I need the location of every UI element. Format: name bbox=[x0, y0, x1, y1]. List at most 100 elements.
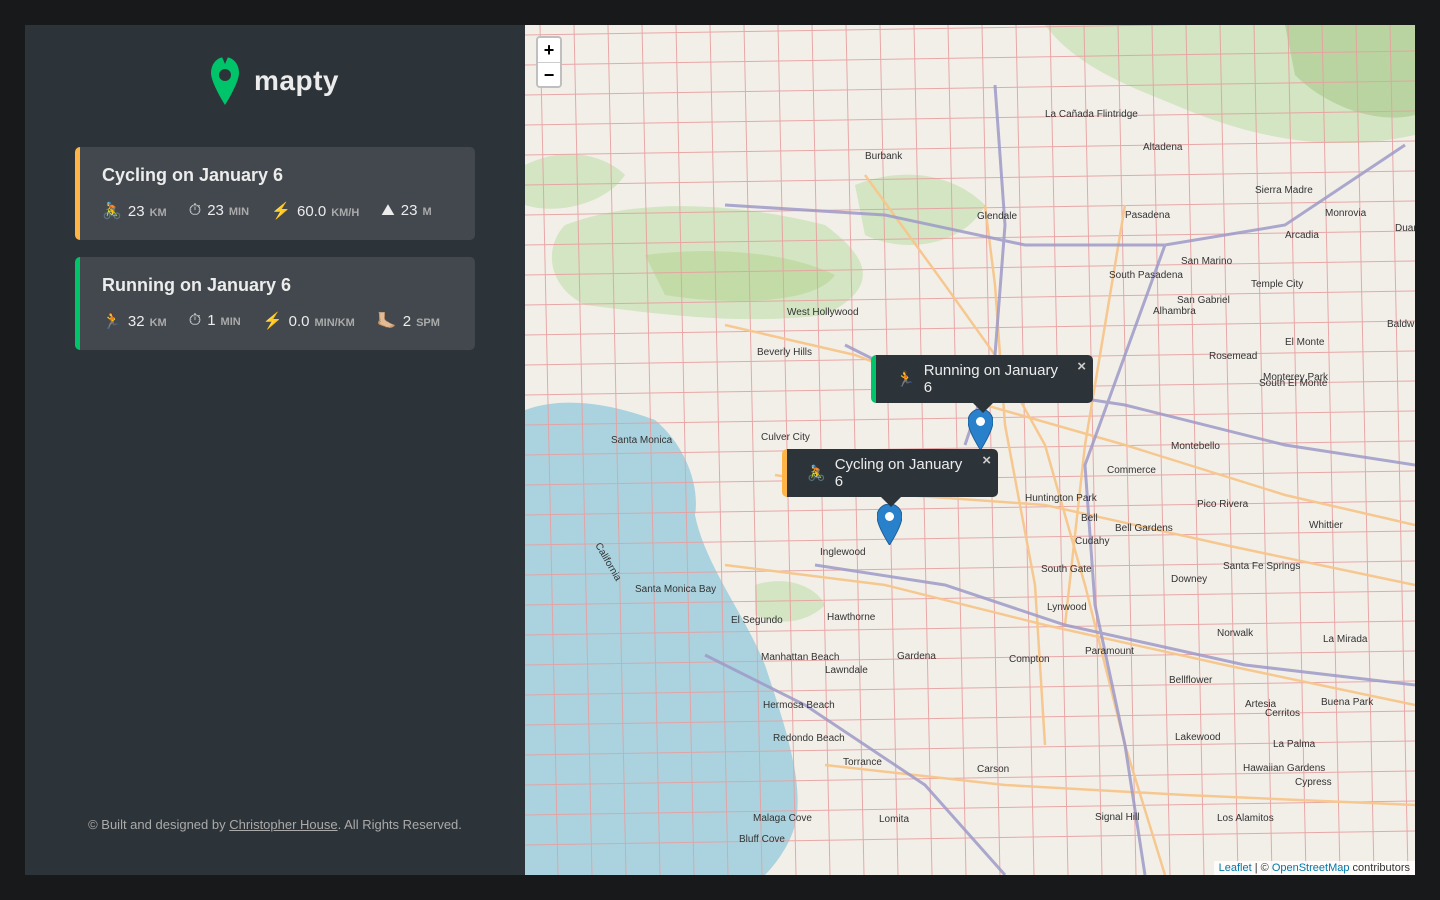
running-popup: 🏃 Running on January 6 × bbox=[871, 355, 1093, 413]
map-place-label: Carson bbox=[977, 764, 1009, 775]
elevation-value: 23 bbox=[400, 202, 418, 219]
map-place-label: Glendale bbox=[977, 211, 1017, 222]
workout-duration: ⏱ 23 min bbox=[189, 202, 249, 220]
lightning-icon: ⚡️ bbox=[262, 313, 283, 330]
map-place-label: Cudahy bbox=[1075, 536, 1109, 547]
map-place-label: Sierra Madre bbox=[1255, 185, 1313, 196]
map-place-label: Hawthorne bbox=[827, 612, 876, 623]
map-place-label: Buena Park bbox=[1321, 697, 1374, 708]
map-place-label: Signal Hill bbox=[1095, 812, 1139, 823]
map-attribution: Leaflet | © OpenStreetMap contributors bbox=[1213, 861, 1415, 875]
sidebar: mapty Cycling on January 6 🚴 23 km ⏱ 23 … bbox=[25, 25, 525, 875]
map-place-label: Pasadena bbox=[1125, 210, 1170, 221]
author-link[interactable]: Christopher House bbox=[229, 817, 337, 832]
zoom-out-button[interactable]: − bbox=[538, 62, 560, 86]
speed-unit: km/h bbox=[331, 207, 360, 219]
map-place-label: La Palma bbox=[1273, 739, 1316, 750]
map-place-label: West Hollywood bbox=[787, 307, 859, 318]
map-marker-icon[interactable] bbox=[968, 409, 993, 450]
map-place-label: Huntington Park bbox=[1025, 493, 1098, 504]
map-place-label: Los Alamitos bbox=[1217, 813, 1274, 824]
map-place-label: Baldw bbox=[1387, 319, 1415, 330]
map-place-label: Beverly Hills bbox=[757, 347, 812, 358]
duration-value: 1 bbox=[207, 312, 216, 329]
map-pin-logo-icon bbox=[211, 57, 239, 105]
cyclist-icon: 🚴 bbox=[102, 203, 122, 220]
attribution-separator: | © bbox=[1251, 862, 1272, 874]
workout-distance: 🚴 23 km bbox=[102, 201, 167, 221]
duration-unit: min bbox=[228, 206, 250, 218]
map-place-label: Norwalk bbox=[1217, 628, 1254, 639]
map-place-label: Culver City bbox=[761, 432, 810, 443]
map-place-label: Whittier bbox=[1309, 520, 1344, 531]
distance-unit: km bbox=[149, 317, 167, 329]
map-place-label: Hermosa Beach bbox=[763, 700, 835, 711]
map-place-label: Pico Rivera bbox=[1197, 499, 1249, 510]
distance-unit: km bbox=[149, 207, 167, 219]
logo: mapty bbox=[210, 55, 339, 107]
map-place-label: La Cañada Flintridge bbox=[1045, 109, 1138, 120]
map-place-label: Arcadia bbox=[1285, 230, 1319, 241]
map-place-label: San Gabriel bbox=[1177, 295, 1230, 306]
map[interactable]: La Cañada Flintridge Burbank Altadena Glend… bbox=[525, 25, 1415, 875]
workout-item-cycling[interactable]: Cycling on January 6 🚴 23 km ⏱ 23 min ⚡️… bbox=[75, 147, 475, 240]
map-place-label: Commerce bbox=[1107, 465, 1156, 476]
mountain-icon: ⛰ bbox=[381, 202, 395, 219]
popup-text: Running on January 6 bbox=[923, 362, 1058, 396]
lightning-icon: ⚡️ bbox=[271, 203, 291, 220]
pace-value: 0.0 bbox=[288, 313, 310, 330]
workout-details: 🚴 23 km ⏱ 23 min ⚡️ 60.0 km/h ⛰ 23 m bbox=[102, 201, 454, 221]
map-place-label: Monrovia bbox=[1325, 208, 1367, 219]
map-place-label: Burbank bbox=[865, 151, 903, 162]
speed-value: 60.0 bbox=[296, 203, 327, 220]
map-place-label: Torrance bbox=[843, 757, 882, 768]
stopwatch-icon: ⏱ bbox=[188, 202, 202, 219]
footprint-icon: 🦶🏼 bbox=[376, 313, 397, 330]
close-icon[interactable]: × bbox=[1077, 358, 1086, 375]
workout-details: 🏃 32 km ⏱ 1 min ⚡️ 0.0 min/km 🦶🏼 2 spm bbox=[102, 311, 462, 331]
map-place-label: Temple City bbox=[1251, 279, 1303, 290]
copyright-prefix: © Built and designed by bbox=[88, 817, 226, 832]
map-place-label: Santa Fe Springs bbox=[1223, 561, 1300, 572]
zoom-control: + − bbox=[536, 36, 562, 88]
popup-tip bbox=[881, 497, 901, 507]
zoom-in-button[interactable]: + bbox=[538, 38, 560, 62]
map-place-label: Santa Monica Bay bbox=[635, 584, 716, 595]
copyright: © Built and designed by Christopher Hous… bbox=[25, 817, 525, 832]
leaflet-link[interactable]: Leaflet bbox=[1219, 862, 1252, 874]
map-place-label: Lomita bbox=[879, 814, 909, 825]
pace-unit: min/km bbox=[314, 317, 355, 329]
duration-unit: min bbox=[220, 316, 241, 328]
close-icon[interactable]: × bbox=[982, 452, 991, 469]
elevation-unit: m bbox=[422, 206, 432, 218]
attribution-suffix: contributors bbox=[1349, 862, 1410, 874]
stopwatch-icon: ⏱ bbox=[188, 312, 202, 329]
map-place-label: Redondo Beach bbox=[773, 733, 845, 744]
workout-distance: 🏃 32 km bbox=[102, 311, 167, 331]
workout-elevation: ⛰ 23 m bbox=[381, 202, 431, 220]
map-place-label: Compton bbox=[1009, 654, 1050, 665]
map-place-label: Altadena bbox=[1143, 142, 1183, 153]
runner-icon: 🏃 bbox=[896, 371, 915, 388]
map-place-label: Cypress bbox=[1295, 777, 1332, 788]
workout-item-running[interactable]: Running on January 6 🏃 32 km ⏱ 1 min ⚡️ … bbox=[75, 257, 475, 350]
map-place-label: South Gate bbox=[1041, 564, 1092, 575]
map-place-label: Downey bbox=[1171, 574, 1207, 585]
cyclist-icon: 🚴 bbox=[807, 465, 826, 482]
distance-value: 23 bbox=[127, 203, 145, 220]
map-place-label: Bell bbox=[1081, 513, 1098, 524]
workout-title: Running on January 6 bbox=[102, 275, 292, 295]
cadence-unit: spm bbox=[416, 317, 440, 329]
map-place-label: El Monte bbox=[1285, 337, 1325, 348]
distance-value: 32 bbox=[127, 313, 145, 330]
cadence-value: 2 bbox=[402, 313, 412, 330]
map-place-label: Hawaiian Gardens bbox=[1243, 763, 1325, 774]
map-place-label: Bellflower bbox=[1169, 675, 1213, 686]
osm-link[interactable]: OpenStreetMap bbox=[1272, 862, 1350, 874]
map-place-label: Santa Monica bbox=[611, 435, 673, 446]
map-place-label: Lynwood bbox=[1047, 602, 1087, 613]
map-place-label: Bell Gardens bbox=[1115, 523, 1173, 534]
workout-pace: ⚡️ 0.0 min/km bbox=[263, 311, 355, 331]
map-marker-icon[interactable] bbox=[877, 504, 902, 545]
workout-speed: ⚡️ 60.0 km/h bbox=[271, 201, 359, 221]
